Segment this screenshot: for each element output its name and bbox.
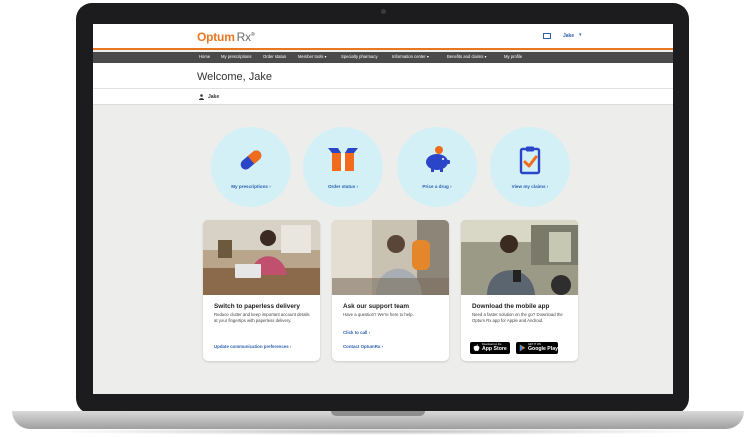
- logo-brand: Optum: [197, 30, 235, 44]
- chevron-down-icon[interactable]: ▾: [579, 32, 582, 38]
- laptop-notch: [331, 411, 425, 416]
- card-support-team: Ask our support team Have a question? We…: [332, 220, 449, 361]
- quick-link-view-my-claims[interactable]: View my claims ›: [490, 127, 570, 207]
- quick-link-order-status[interactable]: Order status ›: [303, 127, 383, 207]
- card-description: Have a question? We're here to help.: [343, 312, 414, 317]
- laptop-shadow: [40, 428, 716, 435]
- main-nav: Home My prescriptions Order status Membe…: [93, 52, 673, 63]
- user-menu-name[interactable]: Jake: [563, 33, 574, 39]
- card-title: Ask our support team: [343, 303, 410, 310]
- nav-specialty-pharmacy[interactable]: Specialty pharmacy: [341, 54, 378, 59]
- welcome-section: Welcome, Jake: [93, 63, 673, 89]
- woman-laptop-photo: [203, 220, 320, 295]
- quick-link-label[interactable]: My prescriptions ›: [211, 184, 291, 189]
- nav-my-profile[interactable]: My profile: [504, 54, 522, 59]
- quick-link-label[interactable]: View my claims ›: [490, 184, 570, 189]
- user-icon: [199, 94, 204, 100]
- clipboard-check-icon: [519, 146, 541, 175]
- member-section: Jake: [93, 89, 673, 105]
- logo-mark: ®: [250, 32, 255, 38]
- member-name[interactable]: Jake: [208, 94, 219, 100]
- man-phone-photo: [332, 220, 449, 295]
- page-title: Welcome, Jake: [197, 71, 272, 83]
- google-play-badge[interactable]: GET IT ON Google Play: [516, 342, 558, 354]
- nav-home[interactable]: Home: [199, 54, 210, 59]
- piggy-bank-icon: [426, 146, 450, 172]
- click-to-call-link[interactable]: Click to call ›: [343, 330, 370, 335]
- camera-icon: [380, 9, 386, 14]
- nav-information-center[interactable]: Information center ▾: [392, 54, 429, 59]
- nav-member-tools[interactable]: Member tools ▾: [298, 54, 327, 59]
- mail-icon[interactable]: [543, 33, 551, 39]
- nav-my-prescriptions[interactable]: My prescriptions: [221, 54, 251, 59]
- package-icon: [328, 148, 358, 171]
- card-title: Download the mobile app: [472, 303, 550, 310]
- nav-order-status[interactable]: Order status: [263, 54, 286, 59]
- card-mobile-app: Download the mobile app Need a faster so…: [461, 220, 578, 361]
- card-title: Switch to paperless delivery: [214, 303, 300, 310]
- quick-link-label[interactable]: Price a drug ›: [397, 184, 477, 189]
- laptop-base: [12, 411, 744, 429]
- update-communication-link[interactable]: Update communication preferences ›: [214, 344, 291, 349]
- nav-benefits-claims[interactable]: Benefits and claims ▾: [447, 54, 487, 59]
- quick-link-price-a-drug[interactable]: Price a drug ›: [397, 127, 477, 207]
- card-description: Reduce clutter and keep important accoun…: [214, 312, 310, 323]
- google-play-icon: [519, 344, 526, 352]
- apple-icon: [473, 344, 480, 352]
- man-bus-photo: [461, 220, 578, 295]
- logo-product: Rx: [236, 30, 251, 44]
- browser-screen: Optum Rx® Jake ▾ Home My prescriptions Or…: [93, 24, 673, 394]
- card-paperless-delivery: Switch to paperless delivery Reduce clut…: [203, 220, 320, 361]
- badge-big-text: Google Play: [528, 346, 558, 352]
- quick-link-label[interactable]: Order status ›: [303, 184, 383, 189]
- quick-link-my-prescriptions[interactable]: My prescriptions ›: [211, 127, 291, 207]
- app-store-badge[interactable]: Download on the App Store: [470, 342, 510, 354]
- contact-optumrx-link[interactable]: Contact OptumRx ›: [343, 344, 383, 349]
- badge-big-text: App Store: [482, 346, 507, 352]
- site-header: Optum Rx® Jake ▾: [93, 24, 673, 50]
- card-description: Need a faster solution on the go? Downlo…: [472, 312, 563, 323]
- pill-icon: [240, 150, 262, 170]
- optum-rx-logo[interactable]: Optum Rx®: [197, 30, 255, 44]
